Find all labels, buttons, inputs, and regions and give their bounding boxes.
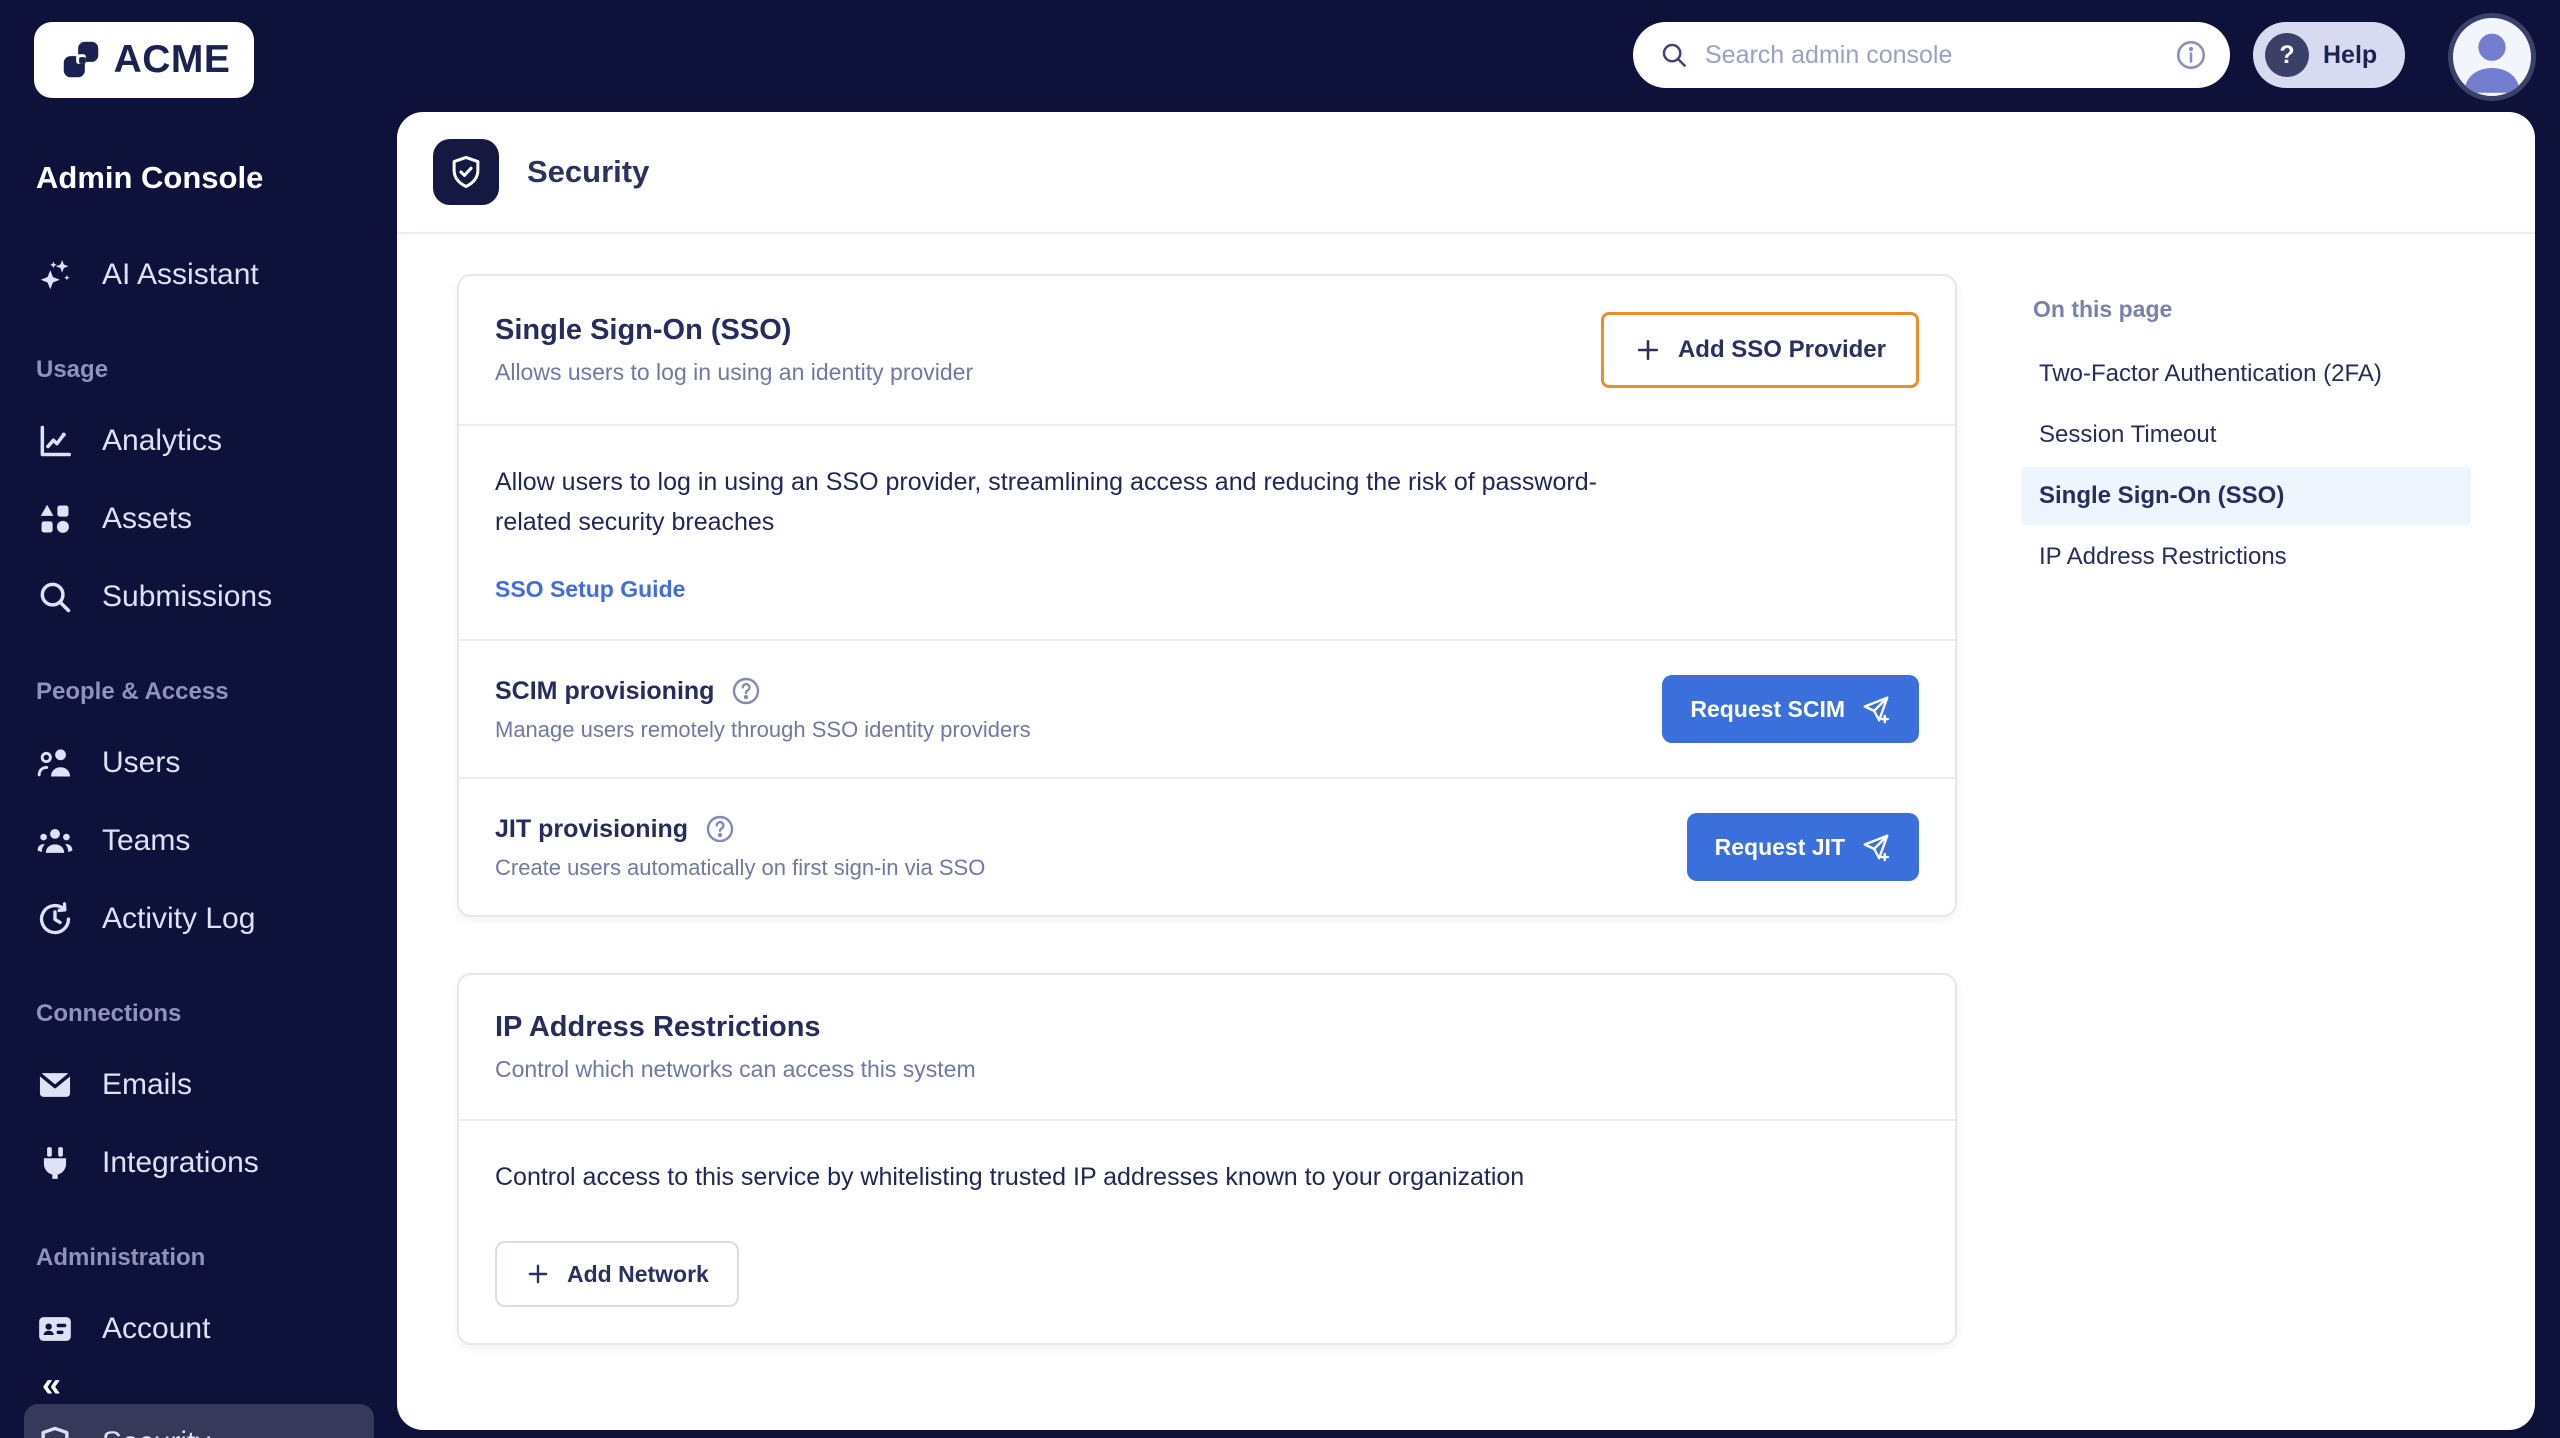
sidebar-item-ai-assistant[interactable]: AI Assistant [36, 236, 397, 314]
sidebar-item-label: Account [102, 1312, 210, 1346]
envelope-icon [36, 1066, 74, 1104]
search-bar[interactable] [1633, 22, 2230, 88]
sidebar-item-emails[interactable]: Emails [36, 1046, 397, 1124]
acme-logo-icon [58, 37, 104, 83]
sidebar-section-connections: Connections [36, 1000, 397, 1028]
shield-icon [36, 1424, 74, 1438]
page-header: Security [397, 112, 2535, 234]
sidebar-collapse-button[interactable]: « [42, 1372, 88, 1402]
sso-card-title: Single Sign-On (SSO) [495, 314, 973, 347]
jit-subtitle: Create users automatically on first sign… [495, 855, 985, 881]
jit-row: JIT provisioning Create users automatica… [459, 777, 1955, 915]
sidebar-item-label: Users [102, 746, 180, 780]
ip-card-body: Control access to this service by whitel… [459, 1119, 1955, 1343]
on-this-page-label: On this page [2033, 296, 2471, 323]
sidebar-item-teams[interactable]: Teams [36, 802, 397, 880]
avatar[interactable] [2448, 13, 2536, 101]
sidebar-item-label: Assets [102, 502, 192, 536]
plug-icon [36, 1144, 74, 1182]
ip-card-title: IP Address Restrictions [495, 1011, 1919, 1044]
scim-subtitle: Manage users remotely through SSO identi… [495, 717, 1031, 743]
sidebar-section-administration: Administration [36, 1244, 397, 1272]
sso-description: Allow users to log in using an SSO provi… [495, 462, 1670, 542]
ip-card-header: IP Address Restrictions Control which ne… [459, 975, 1955, 1119]
sidebar-item-label: Analytics [102, 424, 222, 458]
sidebar-item-assets[interactable]: Assets [36, 480, 397, 558]
scim-row: SCIM provisioning Manage users remotely … [459, 639, 1955, 777]
sidebar-section-usage: Usage [36, 356, 397, 384]
sidebar-nav: AI Assistant Usage Analytics [36, 236, 397, 1438]
add-network-button[interactable]: Add Network [495, 1241, 739, 1307]
page-nav-item-session-timeout[interactable]: Session Timeout [2021, 406, 2471, 464]
sidebar: ACME Admin Console AI Assistant Usage [0, 0, 397, 1438]
id-card-icon [36, 1310, 74, 1348]
help-button[interactable]: ? Help [2253, 22, 2405, 88]
scim-title: SCIM provisioning [495, 677, 714, 706]
question-circle-icon[interactable] [730, 675, 762, 707]
acme-logo[interactable]: ACME [34, 22, 254, 98]
jit-title: JIT provisioning [495, 815, 688, 844]
sidebar-item-activity-log[interactable]: Activity Log [36, 880, 397, 958]
sso-setup-guide-link[interactable]: SSO Setup Guide [495, 576, 685, 603]
content-panel: Security Single Sign-On (SSO) Allows use… [397, 112, 2535, 1430]
info-circle-icon[interactable] [2174, 38, 2208, 72]
sidebar-item-label: Activity Log [102, 902, 255, 936]
line-chart-icon [36, 422, 74, 460]
plus-icon [525, 1261, 551, 1287]
shapes-icon [36, 500, 74, 538]
page-nav-item-ip-restrictions[interactable]: IP Address Restrictions [2021, 528, 2471, 586]
users-icon [36, 744, 74, 782]
sidebar-item-submissions[interactable]: Submissions [36, 558, 397, 636]
add-sso-provider-button[interactable]: Add SSO Provider [1601, 312, 1919, 388]
sidebar-item-label: Security [102, 1426, 210, 1438]
sidebar-section-people-access: People & Access [36, 678, 397, 706]
magnifier-icon [36, 578, 74, 616]
search-input[interactable] [1705, 41, 2158, 70]
help-label: Help [2323, 41, 2377, 70]
sidebar-item-security[interactable]: Security [24, 1404, 374, 1438]
sidebar-item-label: Integrations [102, 1146, 259, 1180]
question-circle-icon: ? [2265, 33, 2309, 77]
sso-description-section: Allow users to log in using an SSO provi… [459, 424, 1955, 639]
clock-history-icon [36, 900, 74, 938]
sidebar-item-label: Teams [102, 824, 190, 858]
ip-card-subtitle: Control which networks can access this s… [495, 1056, 1919, 1083]
plus-icon [1634, 336, 1662, 364]
ip-restrictions-card: IP Address Restrictions Control which ne… [457, 973, 1957, 1345]
send-plus-icon [1861, 694, 1891, 724]
shield-check-icon [433, 139, 499, 205]
sso-card-header: Single Sign-On (SSO) Allows users to log… [459, 276, 1955, 424]
sidebar-item-label: Emails [102, 1068, 192, 1102]
sso-card-subtitle: Allows users to log in using an identity… [495, 359, 973, 386]
question-circle-icon[interactable] [704, 813, 736, 845]
page-nav-item-sso[interactable]: Single Sign-On (SSO) [2021, 467, 2471, 525]
search-icon [1659, 40, 1689, 70]
sidebar-title: Admin Console [36, 160, 397, 196]
sidebar-item-users[interactable]: Users [36, 724, 397, 802]
person-icon [2453, 18, 2531, 96]
sidebar-item-integrations[interactable]: Integrations [36, 1124, 397, 1202]
sso-card: Single Sign-On (SSO) Allows users to log… [457, 274, 1957, 917]
sidebar-item-label: AI Assistant [102, 258, 259, 292]
page-title: Security [527, 154, 649, 190]
sparkles-icon [36, 256, 74, 294]
request-scim-button[interactable]: Request SCIM [1662, 675, 1919, 743]
on-this-page-nav: On this page Two-Factor Authentication (… [2021, 274, 2471, 1345]
page-nav-item-2fa[interactable]: Two-Factor Authentication (2FA) [2021, 345, 2471, 403]
sidebar-item-label: Submissions [102, 580, 272, 614]
teams-icon [36, 822, 74, 860]
logo-text: ACME [114, 38, 231, 82]
send-plus-icon [1861, 832, 1891, 862]
sidebar-item-analytics[interactable]: Analytics [36, 402, 397, 480]
sidebar-item-account[interactable]: Account [36, 1290, 397, 1368]
ip-description: Control access to this service by whitel… [495, 1157, 1670, 1197]
request-jit-button[interactable]: Request JIT [1687, 813, 1919, 881]
